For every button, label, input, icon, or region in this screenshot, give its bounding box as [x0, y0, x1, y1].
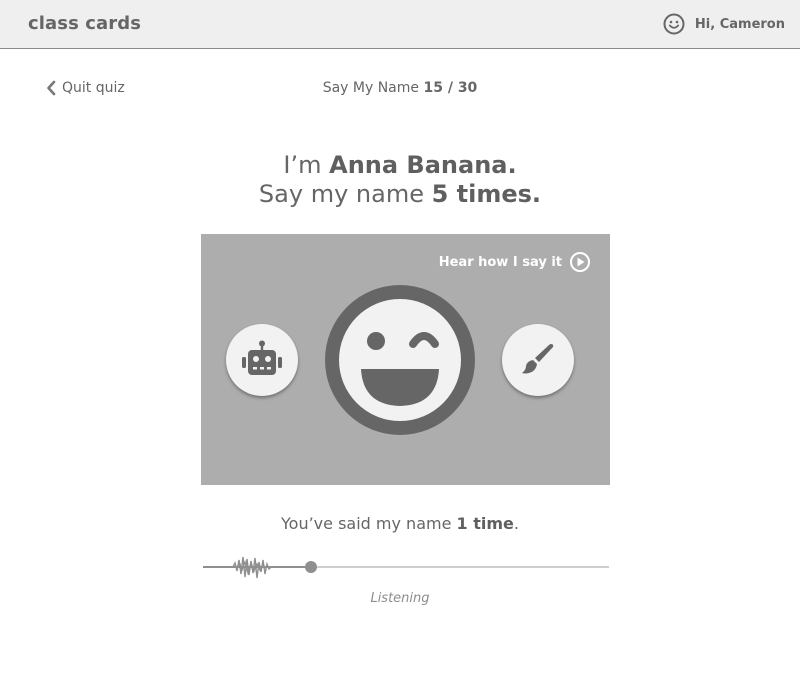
paintbrush-icon [522, 344, 554, 374]
smiley-face-icon [663, 13, 685, 35]
quiz-progress-count: 15 / 30 [423, 80, 478, 96]
prompt-heading: I’m Anna Banana. Say my name 5 times. [0, 151, 800, 209]
prompt-line-1: I’m Anna Banana. [0, 151, 800, 180]
prompt-instruction: Say my name [258, 180, 432, 208]
name-card: Hear how I say it [201, 234, 610, 485]
said-count-text: You’ve said my name 1 time. [0, 514, 800, 533]
repeat-count: 5 times. [431, 180, 542, 208]
listening-progress-track [201, 551, 613, 587]
said-count: 1 time [456, 514, 514, 533]
draw-button[interactable] [502, 324, 574, 396]
robot-voice-button[interactable] [226, 324, 298, 396]
user-greeting: Hi, Cameron [694, 16, 785, 32]
top-bar: class cards Hi, Cameron [0, 0, 800, 49]
quiz-progress: Say My Name 15 / 30 [0, 80, 800, 96]
student-name: Anna Banana. [329, 151, 517, 179]
quiz-name: Say My Name [322, 80, 420, 96]
progress-handle [305, 561, 317, 573]
winking-face-icon [325, 285, 475, 439]
said-prefix: You’ve said my name [281, 514, 457, 533]
user-menu[interactable]: Hi, Cameron [663, 13, 785, 35]
app-title[interactable]: class cards [28, 13, 141, 34]
hear-pronunciation-label: Hear how I say it [438, 254, 562, 270]
prompt-line-2: Say my name 5 times. [0, 180, 800, 209]
said-suffix: . [513, 514, 519, 533]
hear-pronunciation-button[interactable]: Hear how I say it [439, 251, 591, 273]
play-circle-icon [570, 252, 590, 272]
listening-status: Listening [370, 591, 430, 606]
prompt-intro: I’m [283, 151, 330, 179]
robot-icon [242, 340, 282, 375]
